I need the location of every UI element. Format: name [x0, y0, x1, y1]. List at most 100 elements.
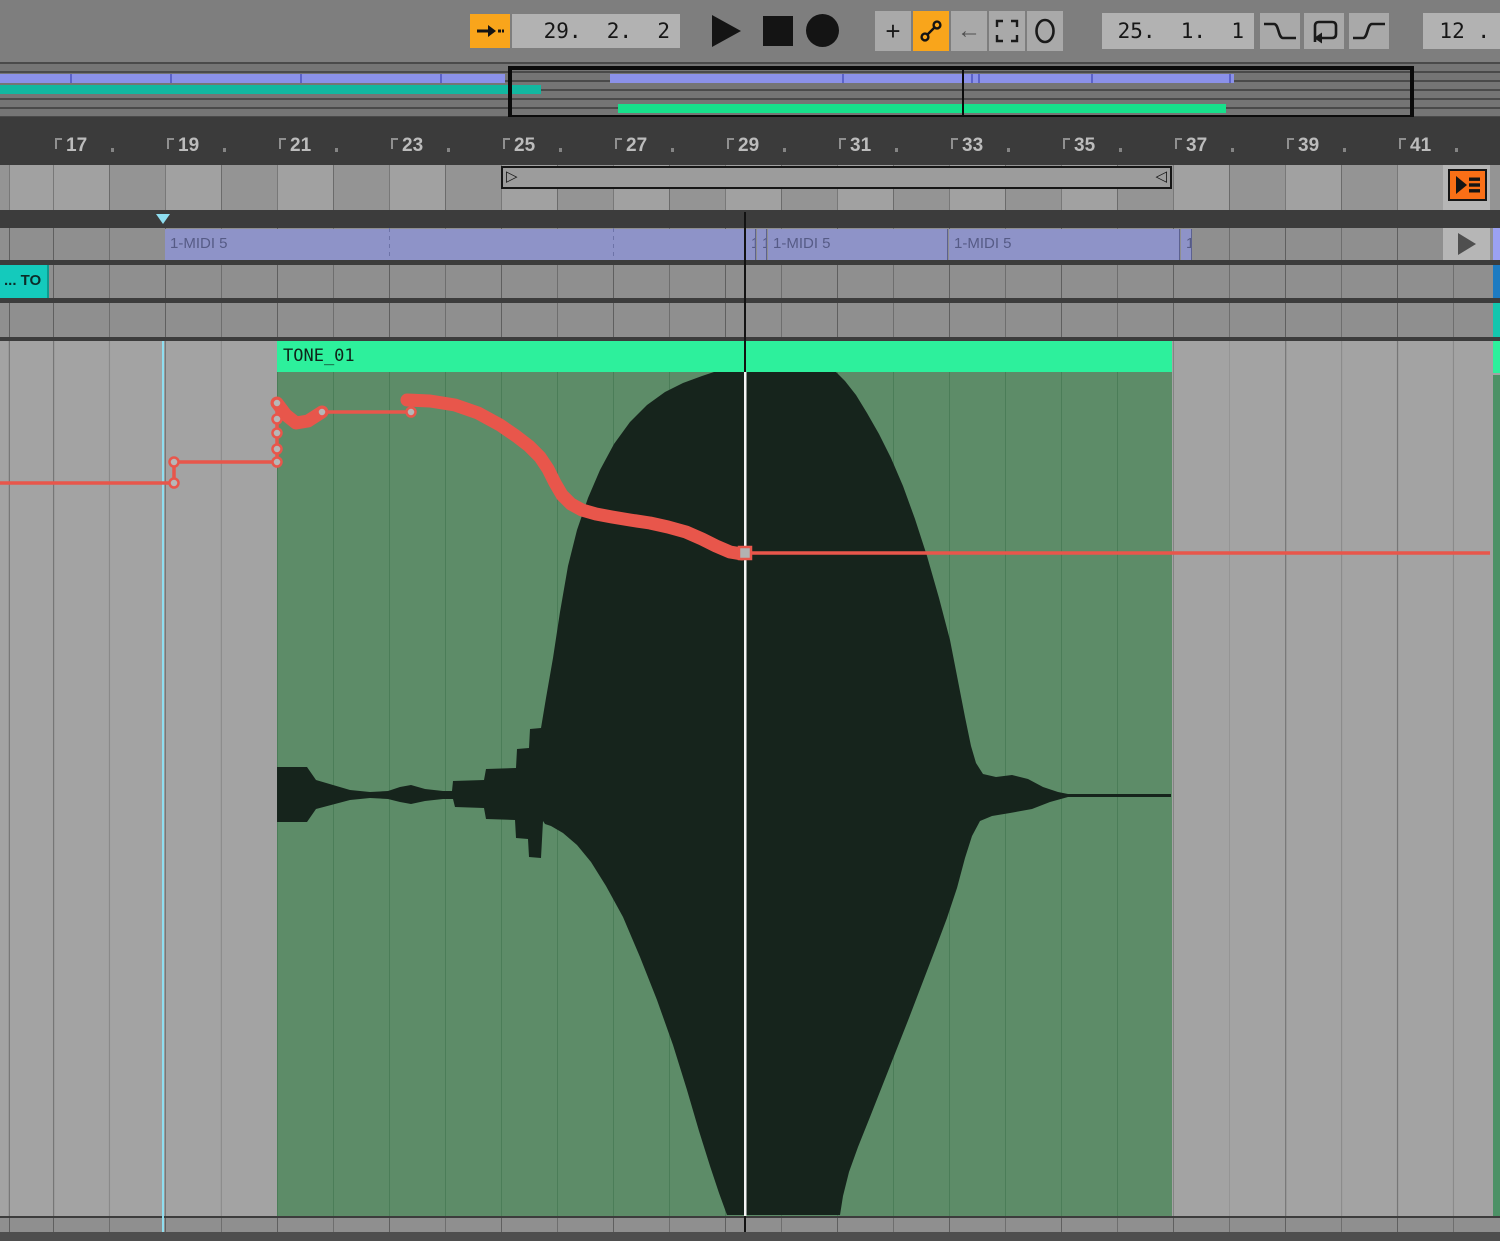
- bar-tick: [1063, 138, 1070, 149]
- beat-time-ruler[interactable]: 17192123252729313335373941: [0, 117, 1500, 165]
- minor-bar-tick: [895, 148, 898, 152]
- automation-arm-button[interactable]: [913, 11, 949, 51]
- minor-bar-tick: [1231, 148, 1234, 152]
- track-play-button[interactable]: [1443, 228, 1490, 260]
- bar-tick: [167, 138, 174, 149]
- loop-end-handle[interactable]: ◁: [1155, 168, 1167, 186]
- bar-tick: [1287, 138, 1294, 149]
- follow-button[interactable]: [470, 14, 510, 48]
- minor-bar-tick: [111, 148, 114, 152]
- punch-in-button[interactable]: [1260, 13, 1300, 49]
- overview-clip-divider: [70, 74, 72, 83]
- bar-number-label: 41: [1399, 135, 1431, 157]
- arrangement-overview[interactable]: [0, 62, 1500, 117]
- stop-button[interactable]: [763, 16, 793, 46]
- back-to-arrangement-icon: [1455, 175, 1481, 195]
- minor-bar-tick: [1455, 148, 1458, 152]
- punch-out-icon: [1352, 18, 1386, 44]
- bar-number-label: 39: [1287, 135, 1319, 157]
- bar-number-label: 21: [279, 135, 311, 157]
- midi-track-lane[interactable]: 1-MIDI 5111-MIDI 51-MIDI 51: [0, 228, 1500, 260]
- minor-bar-tick: [1343, 148, 1346, 152]
- track-color-cap-midi: [1493, 228, 1500, 260]
- overview-clip-divider: [170, 74, 172, 83]
- track-lane-5[interactable]: [0, 1218, 1500, 1232]
- bar-tick: [1175, 138, 1182, 149]
- bar-number-label: 27: [615, 135, 647, 157]
- bar-tick: [503, 138, 510, 149]
- bar-number-label: 29: [727, 135, 759, 157]
- audio-clip-truncated[interactable]: ... TO: [0, 265, 49, 298]
- session-record-button[interactable]: [1027, 11, 1063, 51]
- automation-breakpoint[interactable]: [273, 415, 282, 424]
- follow-icon: [476, 23, 504, 39]
- audio-waveform: [277, 372, 1171, 1215]
- automation-breakpoint[interactable]: [407, 408, 416, 417]
- bar-tick: [615, 138, 622, 149]
- loop-start-handle[interactable]: ▷: [506, 168, 518, 186]
- overview-clip-divider: [440, 74, 442, 83]
- record-icon: [806, 14, 839, 47]
- loop-length-display[interactable]: 12 .: [1423, 13, 1500, 49]
- minor-bar-tick: [1007, 148, 1010, 152]
- playhead-line: [744, 1216, 746, 1232]
- new-button[interactable]: +: [875, 11, 911, 51]
- overview-clip-divider: [300, 74, 302, 83]
- track-divider: [0, 210, 1500, 228]
- midi-clip[interactable]: 1: [1181, 229, 1192, 260]
- back-to-arrangement-button[interactable]: [1448, 169, 1487, 201]
- midi-clip[interactable]: 1: [757, 229, 767, 260]
- bar-number-label: 19: [167, 135, 199, 157]
- track-color-cap-3: [1493, 303, 1500, 337]
- automation-breakpoint[interactable]: [273, 399, 282, 408]
- minor-bar-tick: [1119, 148, 1122, 152]
- capture-midi-button[interactable]: [989, 11, 1025, 51]
- arrangement-position-display[interactable]: 29. 2. 2: [512, 14, 680, 48]
- midi-clip[interactable]: 1-MIDI 5: [768, 229, 948, 260]
- bottom-strip: [0, 1232, 1500, 1241]
- punch-in-icon: [1263, 18, 1297, 44]
- record-button[interactable]: [806, 14, 839, 47]
- loop-start-display[interactable]: 25. 1. 1: [1102, 13, 1254, 49]
- loop-icon: [1308, 17, 1340, 45]
- capture-midi-icon: [995, 19, 1019, 43]
- scrub-area[interactable]: ▷ ◁: [0, 165, 1500, 210]
- audio-track-lane-2[interactable]: ... TO: [0, 265, 1500, 298]
- track-color-cap-2: [1493, 265, 1500, 298]
- automation-breakpoint[interactable]: [170, 458, 179, 467]
- overview-view-rectangle[interactable]: [508, 66, 1414, 119]
- automation-drawn-curve[interactable]: [277, 403, 322, 423]
- automation-line[interactable]: [0, 403, 277, 483]
- bar-number-label: 17: [55, 135, 87, 157]
- track-lane-3[interactable]: [0, 303, 1500, 337]
- playhead-line-clip: [744, 372, 747, 1216]
- insert-marker-triangle[interactable]: [156, 214, 170, 224]
- bar-number-label: 35: [1063, 135, 1095, 157]
- loop-brace[interactable]: ▷ ◁: [501, 166, 1172, 189]
- midi-clip[interactable]: 1-MIDI 5: [949, 229, 1180, 260]
- reenable-automation-button[interactable]: ←: [951, 11, 987, 51]
- track-color-cap-tone: [1493, 375, 1500, 1216]
- automation-breakpoint[interactable]: [273, 429, 282, 438]
- automation-breakpoint[interactable]: [273, 458, 282, 467]
- ableton-arrangement-view: 29. 2. 2 + ← 25. 1. 1: [0, 0, 1500, 1241]
- stop-icon: [763, 16, 793, 46]
- waveform-automation-layer[interactable]: [0, 341, 1500, 1216]
- automation-breakpoint[interactable]: [318, 408, 327, 417]
- punch-out-button[interactable]: [1349, 13, 1389, 49]
- minor-bar-tick: [559, 148, 562, 152]
- minor-bar-tick: [671, 148, 674, 152]
- midi-clip[interactable]: 1: [746, 229, 756, 260]
- bar-number-label: 25: [503, 135, 535, 157]
- bar-tick: [839, 138, 846, 149]
- session-record-icon: [1033, 17, 1057, 45]
- loop-button[interactable]: [1304, 13, 1344, 49]
- automation-breakpoint[interactable]: [273, 445, 282, 454]
- play-button[interactable]: [712, 15, 741, 47]
- automation-breakpoint[interactable]: [170, 479, 179, 488]
- bar-number-label: 31: [839, 135, 871, 157]
- play-icon: [712, 15, 741, 47]
- automation-handle[interactable]: [739, 547, 751, 559]
- midi-clip[interactable]: 1-MIDI 5: [165, 229, 745, 260]
- bar-number-label: 23: [391, 135, 423, 157]
